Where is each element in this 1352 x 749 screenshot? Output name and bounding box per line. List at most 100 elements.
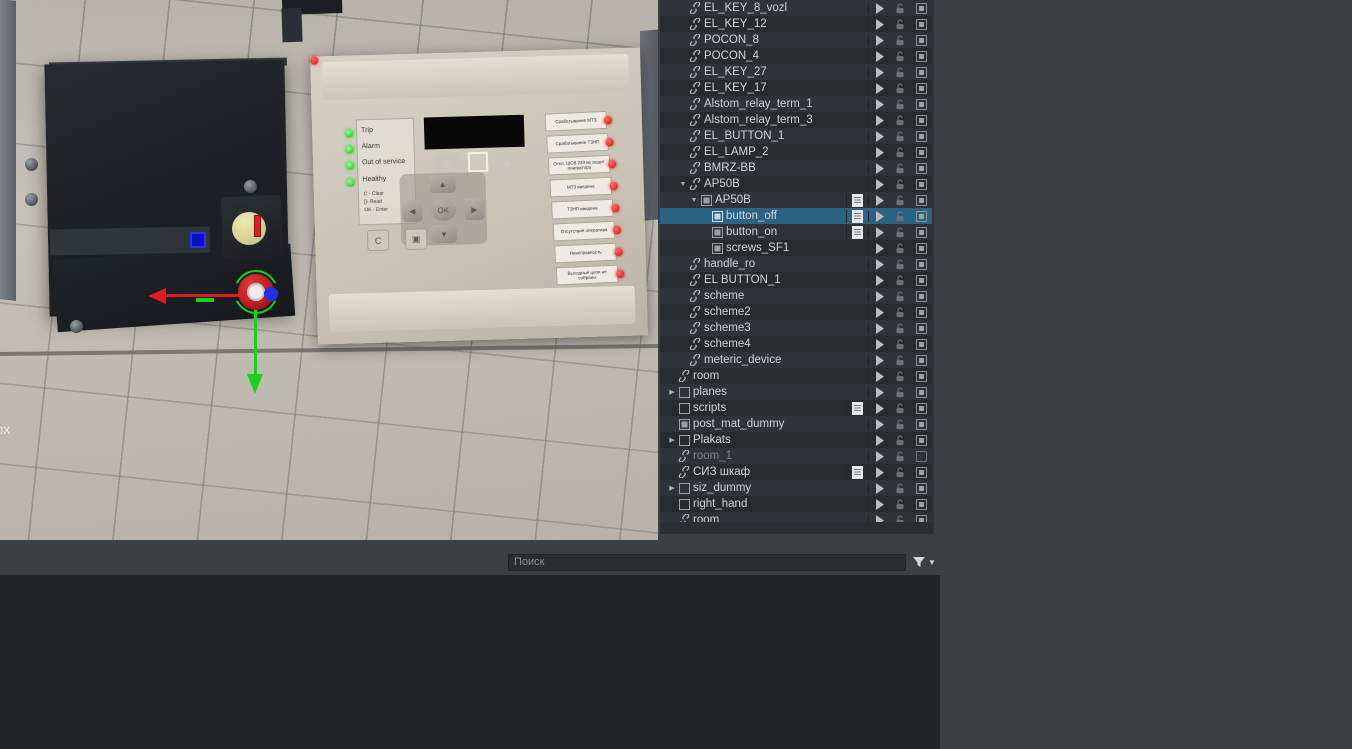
asset-filter-button[interactable]: ▼ (912, 553, 936, 571)
tree-lock-toggle[interactable] (890, 82, 910, 94)
tree-visibility-toggle[interactable] (910, 114, 932, 126)
tree-enabled-toggle[interactable] (868, 258, 890, 270)
tree-lock-toggle[interactable] (890, 466, 910, 478)
gizmo-y-axis[interactable] (254, 310, 257, 378)
tree-row[interactable]: handle_ro (660, 256, 932, 272)
tree-lock-toggle[interactable] (890, 178, 910, 190)
tree-visibility-toggle[interactable] (910, 146, 932, 158)
tree-lock-toggle[interactable] (890, 18, 910, 30)
tree-visibility-toggle[interactable] (910, 210, 932, 222)
tree-row[interactable]: scheme (660, 288, 932, 304)
relay-dpad-ok[interactable]: OK (430, 198, 457, 222)
tree-lock-toggle[interactable] (890, 482, 910, 494)
tree-row[interactable]: EL_KEY_27 (660, 64, 932, 80)
tree-enabled-toggle[interactable] (868, 402, 890, 414)
tree-expander[interactable]: ▼ (678, 181, 688, 188)
relay-square-button[interactable] (467, 151, 489, 173)
tree-lock-toggle[interactable] (890, 418, 910, 430)
tree-row[interactable]: EL_KEY_12 (660, 16, 932, 32)
relay-device-mesh[interactable]: Trip Alarm Out of service Healthy C - Cl… (310, 47, 648, 345)
tree-enabled-toggle[interactable] (868, 370, 890, 382)
tree-lock-toggle[interactable] (890, 226, 910, 238)
tree-lock-toggle[interactable] (890, 162, 910, 174)
tree-lock-toggle[interactable] (890, 130, 910, 142)
tree-visibility-toggle[interactable] (910, 162, 932, 174)
tree-visibility-toggle[interactable] (910, 82, 932, 94)
tree-enabled-toggle[interactable] (868, 466, 890, 478)
tree-expander[interactable]: ▶ (667, 388, 677, 396)
tree-row[interactable]: room_1 (660, 448, 932, 464)
relay-read-button[interactable]: ▣ (404, 228, 428, 251)
tree-row[interactable]: scheme3 (660, 320, 932, 336)
tree-lock-toggle[interactable] (890, 370, 910, 382)
tree-row[interactable]: scheme4 (660, 336, 932, 352)
tree-row[interactable]: right_hand (660, 496, 932, 512)
tree-enabled-toggle[interactable] (868, 482, 890, 494)
tree-row[interactable]: post_mat_dummy (660, 416, 932, 432)
tree-lock-toggle[interactable] (890, 2, 910, 14)
tree-visibility-toggle[interactable] (910, 434, 932, 446)
tree-visibility-toggle[interactable] (910, 226, 932, 238)
relay-dpad-down[interactable]: ▼ (430, 224, 458, 244)
tree-enabled-toggle[interactable] (868, 418, 890, 430)
relay-up-right-button[interactable]: ▲ (494, 152, 520, 170)
tree-row[interactable]: BMRZ-BB (660, 160, 932, 176)
tree-enabled-toggle[interactable] (868, 130, 890, 142)
tree-row[interactable]: ▶ siz_dummy (660, 480, 932, 496)
tree-visibility-toggle[interactable] (910, 130, 932, 142)
tree-row[interactable]: Alstom_relay_term_3 (660, 112, 932, 128)
tree-visibility-toggle[interactable] (910, 418, 932, 430)
relay-dpad-left[interactable]: ◀ (402, 199, 423, 223)
tree-lock-toggle[interactable] (890, 354, 910, 366)
tree-visibility-toggle[interactable] (910, 338, 932, 350)
tree-lock-toggle[interactable] (890, 66, 910, 78)
tree-enabled-toggle[interactable] (868, 450, 890, 462)
world-nodes-tree[interactable]: EL_KEY_8_vozl EL_KEY_12 POCON_8 POCON_4 EL_K… (660, 0, 932, 534)
tree-lock-toggle[interactable] (890, 114, 910, 126)
tree-visibility-toggle[interactable] (910, 34, 932, 46)
tree-enabled-toggle[interactable] (868, 34, 890, 46)
tree-row[interactable]: EL_LAMP_2 (660, 144, 932, 160)
tree-property-icon[interactable] (846, 465, 868, 479)
tree-expander[interactable]: ▶ (667, 484, 677, 492)
tree-visibility-toggle[interactable] (910, 354, 932, 366)
tree-property-icon[interactable] (846, 209, 868, 223)
tree-lock-toggle[interactable] (890, 210, 910, 222)
relay-up-left-button[interactable]: ▲ (434, 154, 460, 172)
tree-visibility-toggle[interactable] (910, 306, 932, 318)
relay-dpad-right[interactable]: ▶ (464, 197, 485, 221)
tree-hscrollbar[interactable] (660, 522, 932, 532)
tree-enabled-toggle[interactable] (868, 98, 890, 110)
tree-lock-toggle[interactable] (890, 34, 910, 46)
tree-enabled-toggle[interactable] (868, 210, 890, 222)
gizmo-x-axis[interactable] (160, 294, 245, 297)
tree-lock-toggle[interactable] (890, 146, 910, 158)
tree-row[interactable]: EL BUTTON_1 (660, 272, 932, 288)
tree-row[interactable]: ▼ AP50B (660, 176, 932, 192)
tree-visibility-toggle[interactable] (910, 98, 932, 110)
tree-lock-toggle[interactable] (890, 50, 910, 62)
tree-row[interactable]: Alstom_relay_term_1 (660, 96, 932, 112)
tree-enabled-toggle[interactable] (868, 274, 890, 286)
tree-lock-toggle[interactable] (890, 434, 910, 446)
tree-lock-toggle[interactable] (890, 338, 910, 350)
tree-expander[interactable]: ▶ (667, 436, 677, 444)
gizmo-z-handle[interactable] (264, 287, 278, 301)
tree-property-icon[interactable] (846, 193, 868, 207)
tree-enabled-toggle[interactable] (868, 434, 890, 446)
tree-enabled-toggle[interactable] (868, 178, 890, 190)
tree-row[interactable]: POCON_4 (660, 48, 932, 64)
tree-enabled-toggle[interactable] (868, 82, 890, 94)
tree-lock-toggle[interactable] (890, 98, 910, 110)
tree-enabled-toggle[interactable] (868, 322, 890, 334)
tree-enabled-toggle[interactable] (868, 114, 890, 126)
tree-row[interactable]: button_off (660, 208, 932, 224)
tree-lock-toggle[interactable] (890, 450, 910, 462)
tree-lock-toggle[interactable] (890, 290, 910, 302)
relay-dpad-up[interactable]: ▲ (429, 174, 456, 194)
tree-row[interactable]: EL_BUTTON_1 (660, 128, 932, 144)
tree-visibility-toggle[interactable] (910, 18, 932, 30)
tree-property-icon[interactable] (846, 225, 868, 239)
tree-row[interactable]: POCON_8 (660, 32, 932, 48)
tree-enabled-toggle[interactable] (868, 386, 890, 398)
